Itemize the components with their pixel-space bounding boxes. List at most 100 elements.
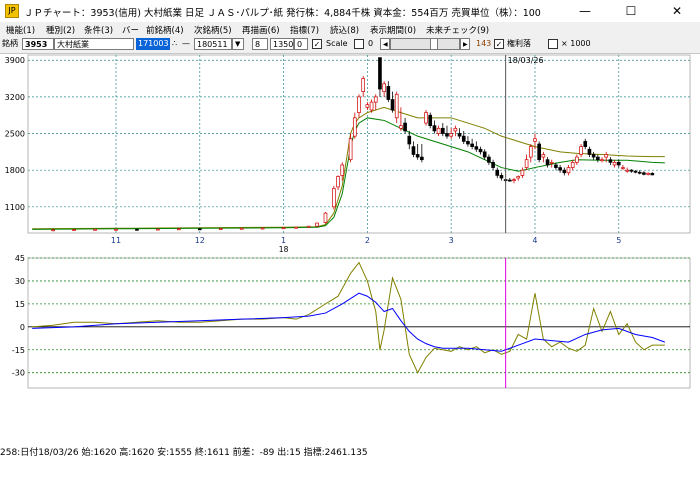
price-tick-label: 3200 (5, 93, 25, 102)
candle-body (373, 96, 378, 103)
x1000-checkbox[interactable] (548, 39, 558, 49)
minimize-button[interactable]: — (562, 0, 608, 22)
candle-body (612, 161, 617, 166)
oscillator-tick-label: 30 (15, 277, 25, 286)
menu-previous-stock[interactable]: 前銘柄(4) (146, 24, 184, 36)
candle-body (323, 212, 328, 223)
candle-body (579, 146, 583, 155)
close-button[interactable]: ✕ (654, 0, 700, 22)
candle-body (587, 148, 592, 155)
candle-body (348, 138, 353, 161)
candle-body (549, 161, 554, 164)
candle-body (72, 229, 76, 231)
candle-body (135, 228, 139, 231)
candle-body (642, 172, 646, 175)
scroll-right-icon[interactable]: ▶ (460, 38, 470, 50)
candle-body (415, 154, 420, 158)
candle-body (558, 167, 562, 171)
stock-name-field[interactable]: 大村紙業 (54, 38, 134, 50)
scrollbar-track[interactable] (390, 38, 460, 50)
menu-condition[interactable]: 条件(3) (84, 24, 113, 36)
status-line: 258:日付18/03/26 始:1620 高:1620 安:1555 終:16… (0, 448, 368, 458)
candle-body (625, 169, 629, 172)
candle-body (650, 172, 655, 176)
candle-body (596, 156, 600, 161)
oscillator-tick-label: -15 (12, 346, 25, 355)
scale-min-label: 0 (368, 39, 374, 48)
candle-body (637, 171, 642, 174)
scale-min-checkbox[interactable] (354, 39, 364, 49)
candle-body (461, 135, 466, 142)
candle-body (260, 227, 265, 230)
candle-body (239, 227, 244, 230)
menu-display-period[interactable]: 表示期間(0) (370, 24, 416, 36)
start-date-field[interactable]: 171003 (136, 38, 170, 50)
candle-body (545, 159, 550, 166)
chart-area[interactable]: 1100 1800 2500 3200 3900 11 12 1 2 3 4 5 18 18/03/26 … (0, 53, 700, 504)
candle-body (487, 156, 491, 163)
end-date-select[interactable]: 180511 (194, 38, 232, 50)
candle-body (378, 57, 382, 90)
price-panel: 1100180025003200390011 12 1 2 3 4 51818/03/26 (5, 54, 691, 254)
oscillator-tick-label: 15 (15, 300, 25, 309)
value3-input[interactable]: 0 (294, 38, 308, 50)
candle-body (424, 112, 428, 124)
adjust-label: 権利落 (507, 39, 531, 48)
oscillator-tick-label: 45 (15, 254, 25, 263)
candle-body (621, 167, 625, 169)
cursor-date-label: 18/03/26 (508, 56, 544, 65)
candle-body (357, 96, 361, 113)
candle-body (340, 164, 345, 176)
candle-body (528, 146, 533, 158)
oscillator-tick-label: 0 (20, 323, 25, 332)
maximize-button[interactable]: ☐ (608, 0, 654, 22)
candle-body (470, 143, 474, 147)
month-label: 5 (616, 236, 621, 245)
candle-body (390, 99, 395, 111)
price-tick-label: 1800 (5, 166, 25, 175)
menu-function[interactable]: 機能(1) (6, 24, 35, 36)
candle-body (537, 143, 541, 161)
candle-body (399, 125, 403, 129)
price-tick-label: 1100 (5, 203, 25, 212)
period-input[interactable]: 8 (252, 38, 268, 50)
stock-code-input[interactable]: 3953 (22, 38, 54, 50)
dash-icon: — (182, 39, 190, 48)
count-value: 143 (476, 39, 492, 48)
menu-type[interactable]: 種別(2) (46, 24, 75, 36)
candle-body (524, 159, 529, 168)
dots-icon[interactable]: ∴ (172, 38, 177, 50)
candle-body (440, 127, 445, 134)
candle-body (51, 229, 55, 232)
menu-next-stock[interactable]: 次銘柄(5) (194, 24, 232, 36)
candle-body (315, 222, 319, 227)
candle-body (508, 179, 512, 182)
candle-body (491, 161, 495, 168)
scroll-left-icon[interactable]: ◀ (380, 38, 390, 50)
candle-body (474, 146, 479, 150)
value-input[interactable]: 1350 (270, 38, 294, 50)
menu-redraw[interactable]: 再描画(6) (242, 24, 280, 36)
menu-future-check[interactable]: 未来チェック(9) (426, 24, 489, 36)
candle-body (541, 154, 546, 158)
candle-body (478, 148, 483, 153)
candle-body (512, 179, 516, 181)
menu-indicator[interactable]: 指標(7) (290, 24, 319, 36)
candle-body (218, 228, 223, 230)
candle-body (114, 228, 118, 231)
candle-body (332, 188, 336, 208)
menu-bar-type[interactable]: バー (122, 24, 139, 36)
candle-body (608, 159, 613, 163)
price-plot-frame (27, 54, 691, 234)
menu-load[interactable]: 読込(8) (330, 24, 359, 36)
chevron-down-icon[interactable]: ▼ (232, 38, 244, 50)
candle-body (516, 176, 521, 179)
candle-body (499, 175, 504, 179)
scrollbar-thumb[interactable] (430, 38, 438, 50)
price-tick-label: 3900 (5, 56, 25, 65)
scale-checkbox[interactable]: ✓ (312, 39, 322, 49)
candle-body (420, 156, 424, 161)
chart-svg[interactable]: 1100180025003200390011 12 1 2 3 4 51818/03/26 … (0, 53, 700, 391)
month-label: 11 (111, 236, 121, 245)
adjust-checkbox[interactable]: ✓ (494, 39, 504, 49)
